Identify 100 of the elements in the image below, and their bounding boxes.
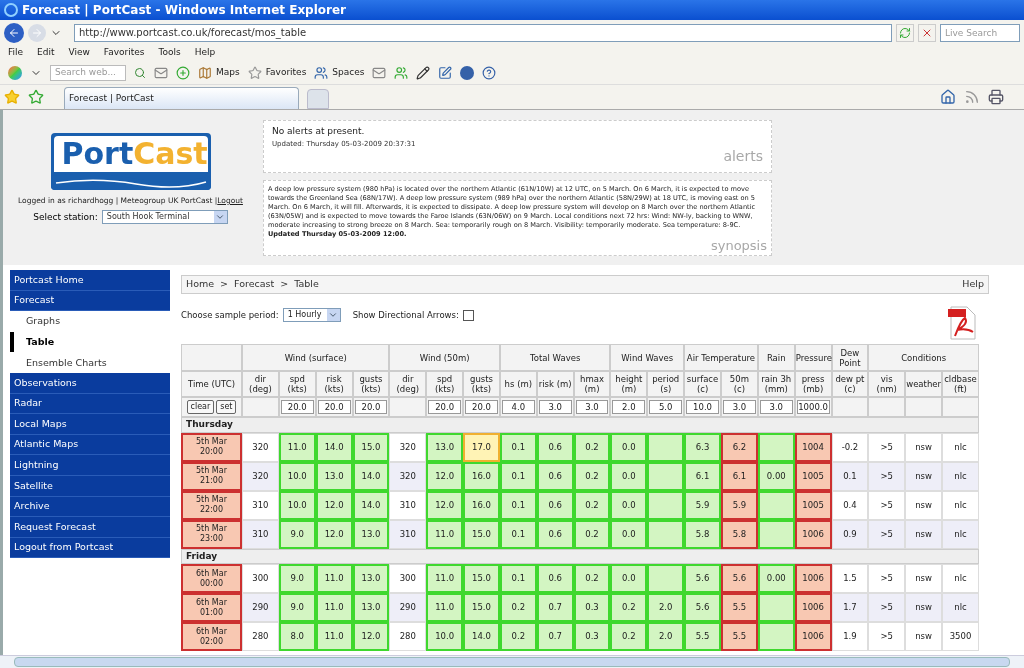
sidebar-item[interactable]: Forecast (10, 290, 170, 312)
print-icon[interactable] (988, 89, 1004, 105)
arrows-label: Show Directional Arrows: (352, 308, 459, 322)
arrows-checkbox[interactable] (462, 309, 474, 321)
breadcrumb-link[interactable]: Forecast (234, 277, 275, 292)
threshold-field[interactable]: 2.0 (612, 400, 646, 414)
column-header: rain 3h (mm) (757, 371, 795, 397)
people-icon[interactable] (394, 65, 409, 80)
threshold-field[interactable]: 3.0 (759, 400, 793, 414)
time-cell: 5th Mar 21:00 (181, 461, 242, 491)
toolbar-button[interactable]: Favorites (247, 65, 307, 80)
period-select[interactable]: 1 Hourly (282, 308, 341, 322)
sidebar-item[interactable]: Lightning (10, 455, 170, 476)
table-cell: 14.0 (463, 622, 500, 651)
mail-icon[interactable] (372, 65, 387, 80)
breadcrumb-separator: > (220, 277, 229, 292)
stop-button[interactable] (918, 23, 936, 42)
pdf-icon[interactable] (947, 306, 977, 340)
sidebar-item[interactable]: Archive (10, 496, 170, 518)
table-cell: 5.6 (720, 564, 758, 593)
home-icon[interactable] (940, 89, 956, 105)
help-icon[interactable] (482, 65, 497, 80)
table-cell: 9.0 (278, 593, 316, 622)
table-cell: nlc (942, 564, 979, 593)
table-cell: 280 (242, 622, 279, 651)
threshold-field[interactable]: 20.0 (428, 400, 462, 414)
threshold-field[interactable]: 3.0 (575, 400, 609, 414)
column-header: dir (deg) (242, 371, 279, 397)
edit-icon[interactable] (438, 65, 453, 80)
pencil-icon[interactable] (416, 65, 431, 80)
table-button[interactable]: clear (186, 400, 215, 414)
favorites-star-icon[interactable] (4, 89, 20, 105)
browser-tab[interactable]: Forecast | PortCast (64, 87, 299, 109)
time-cell: 6th Mar 01:00 (181, 593, 242, 622)
address-field[interactable]: http://www.portcast.co.uk/forecast/mos_table (73, 23, 893, 42)
table-cell: 0.2 (499, 622, 537, 651)
column-group-header: Conditions (868, 344, 979, 371)
threshold-field[interactable]: 4.0 (501, 400, 535, 414)
threshold-field[interactable]: 20.0 (354, 400, 388, 414)
time-cell: 5th Mar 20:00 (181, 432, 242, 462)
threshold-field[interactable]: 5.0 (649, 400, 683, 414)
threshold-field[interactable]: 20.0 (317, 400, 351, 414)
table-cell: 0.3 (573, 593, 611, 622)
threshold-field[interactable]: 3.0 (538, 400, 572, 414)
table-cell: nsw (905, 519, 943, 549)
refresh-button[interactable] (896, 23, 915, 42)
search-field[interactable]: Live Search (940, 23, 1020, 42)
toolbar-button[interactable]: Maps (198, 65, 240, 80)
table-cell: nlc (942, 461, 979, 491)
toolbar-button[interactable]: Spaces (314, 65, 365, 80)
menu-item[interactable]: Favorites (103, 46, 145, 60)
column-group-header: Total Waves (499, 344, 611, 371)
breadcrumb-link[interactable]: Table (294, 277, 319, 292)
breadcrumb-separator: > (280, 277, 289, 292)
breadcrumb-link[interactable]: Home (186, 277, 215, 292)
table-cell: >5 (868, 519, 906, 549)
column-header: dir (deg) (389, 371, 427, 397)
table-cell: 0.2 (573, 564, 611, 593)
mail-icon[interactable] (154, 65, 168, 80)
add-favorite-icon[interactable] (28, 89, 44, 105)
threshold-field[interactable]: 20.0 (280, 400, 314, 414)
menu-item[interactable]: Tools (158, 46, 181, 60)
threshold-field[interactable]: 10.0 (686, 400, 719, 414)
sidebar-item[interactable]: Portcast Home (10, 270, 170, 291)
threshold-field[interactable]: 1000.0 (796, 400, 830, 414)
column-header: spd (kts) (426, 371, 464, 397)
table-button[interactable]: set (216, 400, 237, 414)
horizontal-scrollbar[interactable] (0, 655, 1024, 668)
table-cell: >5 (868, 564, 906, 593)
menu-item[interactable]: Help (194, 46, 216, 60)
sidebar-item[interactable]: Satellite (10, 475, 170, 497)
column-header: spd (kts) (278, 371, 316, 397)
station-select[interactable]: South Hook Terminal (101, 210, 228, 225)
sidebar-item[interactable]: Logout from Portcast (10, 537, 170, 559)
feed-icon[interactable] (964, 89, 980, 105)
table-cell: 5.6 (684, 593, 721, 622)
table-cell: nlc (942, 432, 979, 462)
search-icon[interactable] (134, 66, 146, 79)
sidebar-item[interactable]: Atlantic Maps (10, 434, 170, 456)
plus-icon[interactable] (176, 65, 190, 80)
sidebar-item[interactable]: Radar (10, 393, 170, 415)
panel-caption: alerts (723, 149, 763, 163)
table-cell: nlc (942, 490, 979, 520)
threshold-field[interactable]: 20.0 (465, 400, 498, 414)
menu-item[interactable]: View (68, 46, 90, 60)
sidebar-item[interactable]: Observations (10, 372, 170, 394)
table-cell: 310 (389, 490, 427, 520)
help-link[interactable]: Help (962, 277, 984, 292)
alert-message: No alerts at present. (272, 125, 366, 138)
table-cell: 1.5 (831, 564, 869, 593)
table-cell: nsw (905, 593, 943, 622)
table-cell: nsw (905, 432, 943, 462)
table-cell: 5.6 (684, 564, 721, 593)
table-cell: 310 (242, 519, 279, 549)
sidebar-item[interactable]: Request Forecast (10, 517, 170, 538)
back-button[interactable] (4, 22, 24, 43)
menu-item[interactable]: Edit (37, 46, 55, 60)
sidebar-item[interactable]: Local Maps (10, 414, 170, 435)
menu-item[interactable]: File (8, 46, 24, 60)
threshold-field[interactable]: 3.0 (722, 400, 756, 414)
